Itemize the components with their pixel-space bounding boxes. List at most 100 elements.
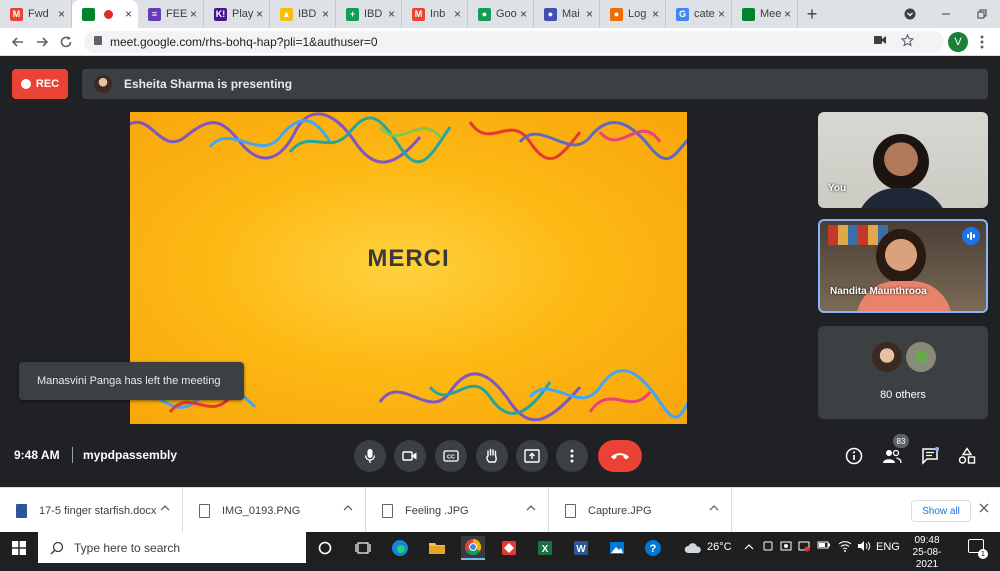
browser-tab[interactable]: Mee ×	[732, 0, 798, 28]
search-icon	[50, 541, 64, 554]
close-tab-icon[interactable]: ×	[388, 7, 395, 21]
more-options-button[interactable]	[556, 440, 588, 472]
close-tab-icon[interactable]: ×	[586, 7, 593, 21]
profile-avatar[interactable]: V	[948, 32, 968, 52]
recording-dot-icon	[104, 9, 113, 19]
cortana-icon[interactable]	[313, 536, 337, 560]
browser-menu-icon[interactable]	[974, 32, 990, 52]
word-icon[interactable]: W	[569, 536, 593, 560]
browser-tab[interactable]: + IBD ×	[336, 0, 402, 28]
participant-tile-you[interactable]: You	[818, 112, 988, 208]
meeting-details-button[interactable]	[843, 445, 865, 467]
participant-tile-nandita[interactable]: Nandita Maunthrooa	[818, 219, 988, 313]
omnibox-actions	[873, 33, 915, 50]
taskbar-search-field[interactable]: Type here to search	[38, 532, 306, 563]
weather-cloud-icon[interactable]	[681, 536, 705, 560]
new-tab-button[interactable]: +	[798, 0, 826, 28]
chevron-up-icon[interactable]	[343, 503, 353, 514]
security-icon[interactable]	[798, 540, 810, 555]
browser-tab[interactable]: ×	[72, 0, 138, 28]
chat-button[interactable]	[919, 445, 941, 467]
browser-tab[interactable]: ● Log ×	[600, 0, 666, 28]
close-tab-icon[interactable]: ×	[256, 7, 263, 21]
presenting-banner: Esheita Sharma is presenting	[82, 69, 988, 99]
lock-icon[interactable]	[94, 36, 102, 45]
onedrive-icon[interactable]	[780, 540, 792, 555]
left-meeting-toast: Manasvini Panga has left the meeting	[19, 362, 244, 400]
volume-icon[interactable]	[857, 540, 871, 555]
people-button[interactable]	[881, 445, 903, 467]
toast-text: Manasvini Panga has left the meeting	[37, 375, 221, 387]
minimize-button[interactable]	[928, 0, 964, 28]
reload-button[interactable]	[56, 32, 76, 52]
raise-hand-button[interactable]	[476, 440, 508, 472]
recording-indicator[interactable]: REC	[12, 69, 68, 99]
others-count-label: 80 others	[880, 389, 926, 401]
bookmark-star-icon[interactable]	[900, 33, 915, 50]
anydesk-icon[interactable]	[497, 536, 521, 560]
close-tab-icon[interactable]: ×	[718, 7, 725, 21]
browser-tab[interactable]: M Inb ×	[402, 0, 468, 28]
battery-icon[interactable]	[817, 540, 831, 553]
tab-search-icon[interactable]	[892, 0, 928, 28]
close-downloads-icon[interactable]	[979, 501, 989, 516]
excel-icon[interactable]: X	[533, 536, 557, 560]
camera-icon	[402, 451, 417, 461]
photos-icon[interactable]	[605, 536, 629, 560]
presenting-text: Esheita Sharma is presenting	[124, 77, 293, 91]
file-explorer-icon[interactable]	[425, 536, 449, 560]
download-item[interactable]: Feeling .JPG	[366, 488, 549, 533]
participant-tile-others[interactable]: 80 others	[818, 326, 988, 419]
browser-tab[interactable]: ● Mai ×	[534, 0, 600, 28]
download-name: IMG_0193.PNG	[222, 504, 301, 517]
input-language[interactable]: ENG	[876, 541, 900, 553]
browser-tab[interactable]: M Fwd ×	[0, 0, 72, 28]
download-item[interactable]: IMG_0193.PNG	[183, 488, 366, 533]
speaking-indicator-icon	[962, 227, 980, 245]
close-tab-icon[interactable]: ×	[784, 7, 791, 21]
microphone-button[interactable]	[354, 440, 386, 472]
chevron-up-icon[interactable]	[526, 503, 536, 514]
browser-tab[interactable]: ● Goo ×	[468, 0, 534, 28]
help-icon[interactable]: ?	[641, 536, 665, 560]
close-tab-icon[interactable]: ×	[125, 7, 132, 21]
captions-button[interactable]: CC	[435, 440, 467, 472]
start-button[interactable]	[0, 532, 38, 563]
url-field[interactable]: meet.google.com/rhs-bohq-hap?pli=1&authu…	[84, 31, 944, 53]
browser-tab[interactable]: ▲ IBD ×	[270, 0, 336, 28]
close-tab-icon[interactable]: ×	[454, 7, 461, 21]
close-tab-icon[interactable]: ×	[58, 7, 65, 21]
close-tab-icon[interactable]: ×	[190, 7, 197, 21]
chrome-icon[interactable]	[461, 536, 485, 560]
download-item[interactable]: 17-5 finger starfish.docx	[0, 488, 183, 533]
present-now-button[interactable]	[516, 440, 548, 472]
camera-in-use-icon[interactable]	[873, 34, 887, 50]
download-item[interactable]: Capture.JPG	[549, 488, 732, 533]
wifi-icon[interactable]	[838, 540, 852, 555]
back-button[interactable]	[8, 32, 28, 52]
chevron-up-icon[interactable]	[709, 503, 719, 514]
browser-tab[interactable]: Gcate ×	[666, 0, 732, 28]
edge-icon[interactable]	[388, 536, 412, 560]
tab-label: Goo	[496, 8, 517, 20]
tray-overflow-icon[interactable]	[744, 541, 754, 553]
close-tab-icon[interactable]: ×	[520, 7, 527, 21]
hand-icon	[486, 448, 497, 463]
close-tab-icon[interactable]: ×	[322, 7, 329, 21]
chevron-up-icon[interactable]	[160, 503, 170, 514]
weather-temp[interactable]: 26°C	[707, 541, 732, 553]
camera-button[interactable]	[394, 440, 426, 472]
task-view-icon[interactable]	[351, 536, 375, 560]
forward-button[interactable]	[32, 32, 52, 52]
restore-button[interactable]	[964, 0, 1000, 28]
forms-icon: ≡	[148, 7, 161, 21]
close-tab-icon[interactable]: ×	[652, 7, 659, 21]
show-all-button[interactable]: Show all	[911, 500, 971, 522]
leave-call-button[interactable]	[598, 440, 642, 472]
activities-button[interactable]	[956, 445, 978, 467]
browser-tab[interactable]: ≡ FEE ×	[138, 0, 204, 28]
tab-list: M Fwd × × ≡ FEE × K! Play × ▲ IBD × + IBD × M Inb × ● Goo × ● M…	[0, 0, 798, 28]
taskbar-clock[interactable]: 09:48 25-08-2021	[904, 535, 950, 571]
tray-app-icon[interactable]	[762, 540, 774, 555]
browser-tab[interactable]: K! Play ×	[204, 0, 270, 28]
